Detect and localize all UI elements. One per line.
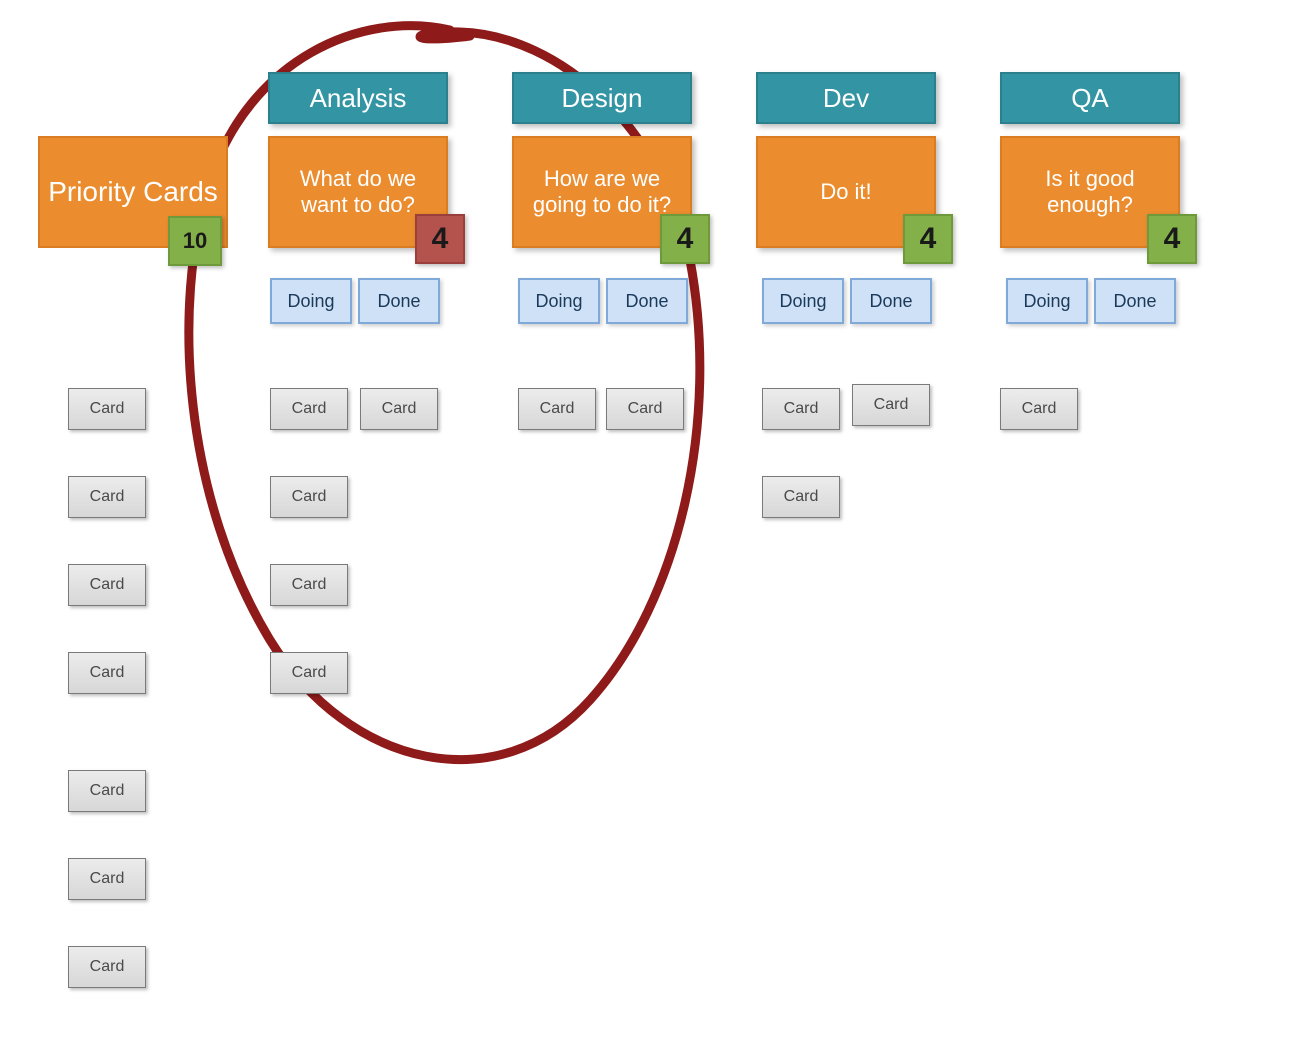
analysis-doing-card[interactable]: Card bbox=[270, 564, 348, 606]
design-done-card[interactable]: Card bbox=[606, 388, 684, 430]
subcolumn-label: Done bbox=[869, 291, 912, 312]
priority-card[interactable]: Card bbox=[68, 476, 146, 518]
subcolumn-label: Doing bbox=[1023, 291, 1070, 312]
card-label: Card bbox=[292, 488, 327, 506]
stage-wip-badge-qa: 4 bbox=[1147, 214, 1197, 264]
stage-wip-badge-dev: 4 bbox=[903, 214, 953, 264]
stage-title-analysis: Analysis bbox=[268, 72, 448, 124]
analysis-doing-card[interactable]: Card bbox=[270, 652, 348, 694]
analysis-doing-card[interactable]: Card bbox=[270, 388, 348, 430]
subcolumn-label: Doing bbox=[779, 291, 826, 312]
analysis-doing-card[interactable]: Card bbox=[270, 476, 348, 518]
card-label: Card bbox=[292, 400, 327, 418]
stage-wip-badge-analysis: 4 bbox=[415, 214, 465, 264]
dev-done-card[interactable]: Card bbox=[852, 384, 930, 426]
priority-card[interactable]: Card bbox=[68, 858, 146, 900]
priority-wip-badge: 10 bbox=[168, 216, 222, 266]
subcolumn-done-analysis[interactable]: Done bbox=[358, 278, 440, 324]
stage-desc-label: Do it! bbox=[820, 179, 871, 205]
card-label: Card bbox=[292, 576, 327, 594]
card-label: Card bbox=[784, 400, 819, 418]
priority-card[interactable]: Card bbox=[68, 564, 146, 606]
stage-title-label: QA bbox=[1071, 83, 1109, 114]
card-label: Card bbox=[292, 664, 327, 682]
stage-desc-label: How are we going to do it? bbox=[520, 166, 684, 219]
subcolumn-doing-design[interactable]: Doing bbox=[518, 278, 600, 324]
card-label: Card bbox=[90, 400, 125, 418]
card-label: Card bbox=[90, 488, 125, 506]
card-label: Card bbox=[1022, 400, 1057, 418]
priority-wip-value: 10 bbox=[183, 228, 207, 254]
card-label: Card bbox=[540, 400, 575, 418]
card-label: Card bbox=[90, 664, 125, 682]
card-label: Card bbox=[90, 870, 125, 888]
stage-title-dev: Dev bbox=[756, 72, 936, 124]
subcolumn-label: Doing bbox=[535, 291, 582, 312]
stage-desc-label: Is it good enough? bbox=[1008, 166, 1172, 219]
stage-wip-badge-design: 4 bbox=[660, 214, 710, 264]
kanban-board: Priority Cards 10 Analysis What do we wa… bbox=[0, 0, 1301, 1044]
priority-card[interactable]: Card bbox=[68, 946, 146, 988]
stage-wip-value: 4 bbox=[920, 222, 937, 256]
subcolumn-label: Done bbox=[377, 291, 420, 312]
card-label: Card bbox=[90, 782, 125, 800]
dev-doing-card[interactable]: Card bbox=[762, 388, 840, 430]
stage-title-label: Design bbox=[562, 83, 643, 114]
dev-doing-card[interactable]: Card bbox=[762, 476, 840, 518]
subcolumn-label: Done bbox=[625, 291, 668, 312]
subcolumn-label: Doing bbox=[287, 291, 334, 312]
stage-wip-value: 4 bbox=[1164, 222, 1181, 256]
priority-card[interactable]: Card bbox=[68, 770, 146, 812]
analysis-done-card[interactable]: Card bbox=[360, 388, 438, 430]
card-label: Card bbox=[628, 400, 663, 418]
stage-wip-value: 4 bbox=[432, 222, 449, 256]
card-label: Card bbox=[784, 488, 819, 506]
stage-title-label: Analysis bbox=[310, 83, 407, 114]
subcolumn-label: Done bbox=[1113, 291, 1156, 312]
stage-desc-label: What do we want to do? bbox=[276, 166, 440, 219]
stage-wip-value: 4 bbox=[677, 222, 694, 256]
card-label: Card bbox=[874, 396, 909, 414]
card-label: Card bbox=[90, 576, 125, 594]
card-label: Card bbox=[90, 958, 125, 976]
subcolumn-done-qa[interactable]: Done bbox=[1094, 278, 1176, 324]
subcolumn-doing-analysis[interactable]: Doing bbox=[270, 278, 352, 324]
priority-card[interactable]: Card bbox=[68, 652, 146, 694]
card-label: Card bbox=[382, 400, 417, 418]
stage-title-qa: QA bbox=[1000, 72, 1180, 124]
priority-title: Priority Cards bbox=[48, 175, 218, 209]
subcolumn-doing-dev[interactable]: Doing bbox=[762, 278, 844, 324]
subcolumn-done-design[interactable]: Done bbox=[606, 278, 688, 324]
qa-doing-card[interactable]: Card bbox=[1000, 388, 1078, 430]
priority-card[interactable]: Card bbox=[68, 388, 146, 430]
design-doing-card[interactable]: Card bbox=[518, 388, 596, 430]
subcolumn-doing-qa[interactable]: Doing bbox=[1006, 278, 1088, 324]
subcolumn-done-dev[interactable]: Done bbox=[850, 278, 932, 324]
stage-title-design: Design bbox=[512, 72, 692, 124]
stage-title-label: Dev bbox=[823, 83, 869, 114]
